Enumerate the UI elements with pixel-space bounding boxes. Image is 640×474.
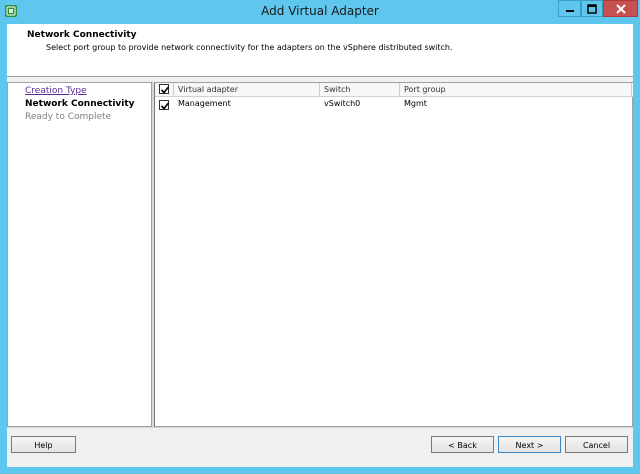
page-title: Network Connectivity bbox=[27, 30, 137, 40]
dialog-client-area: Network Connectivity Select port group t… bbox=[7, 24, 633, 467]
column-header-select[interactable] bbox=[155, 83, 174, 96]
column-header-port-group[interactable]: Port group bbox=[400, 83, 632, 96]
add-virtual-adapter-window: Add Virtual Adapter Network Connectivity… bbox=[0, 0, 640, 474]
cancel-button[interactable]: Cancel bbox=[565, 436, 628, 453]
window-title: Add Virtual Adapter bbox=[261, 4, 379, 18]
wizard-steps: Creation Type Network Connectivity Ready… bbox=[7, 82, 152, 427]
next-button[interactable]: Next > bbox=[498, 436, 561, 453]
cell-switch: vSwitch0 bbox=[324, 99, 361, 108]
step-ready-to-complete: Ready to Complete bbox=[25, 112, 112, 122]
checkmark-icon bbox=[160, 86, 170, 94]
table-row[interactable]: Management vSwitch0 Mgmt bbox=[155, 97, 633, 113]
close-icon bbox=[615, 3, 626, 14]
column-header-virtual-adapter[interactable]: Virtual adapter bbox=[174, 83, 320, 96]
minimize-button[interactable] bbox=[558, 0, 581, 17]
minimize-icon bbox=[565, 9, 574, 12]
footer-divider bbox=[7, 427, 633, 428]
cell-virtual-adapter: Management bbox=[178, 99, 231, 108]
close-button[interactable] bbox=[603, 0, 638, 17]
step-network-connectivity: Network Connectivity bbox=[25, 99, 135, 109]
title-bar[interactable]: Add Virtual Adapter bbox=[0, 0, 640, 22]
back-button[interactable]: < Back bbox=[431, 436, 494, 453]
row-checkbox[interactable] bbox=[159, 100, 170, 110]
column-header-switch[interactable]: Switch bbox=[320, 83, 400, 96]
select-all-checkbox[interactable] bbox=[159, 84, 170, 94]
table-header: Virtual adapter Switch Port group bbox=[155, 83, 633, 97]
cell-port-group: Mgmt bbox=[404, 99, 427, 108]
adapter-table: Virtual adapter Switch Port group Manage… bbox=[154, 82, 633, 427]
help-button[interactable]: Help bbox=[11, 436, 76, 453]
step-creation-type[interactable]: Creation Type bbox=[25, 86, 87, 96]
maximize-icon bbox=[587, 3, 597, 14]
maximize-button[interactable] bbox=[581, 0, 603, 17]
checkmark-icon bbox=[160, 102, 170, 110]
page-subtitle: Select port group to provide network con… bbox=[46, 43, 453, 52]
wizard-header: Network Connectivity Select port group t… bbox=[7, 24, 633, 77]
